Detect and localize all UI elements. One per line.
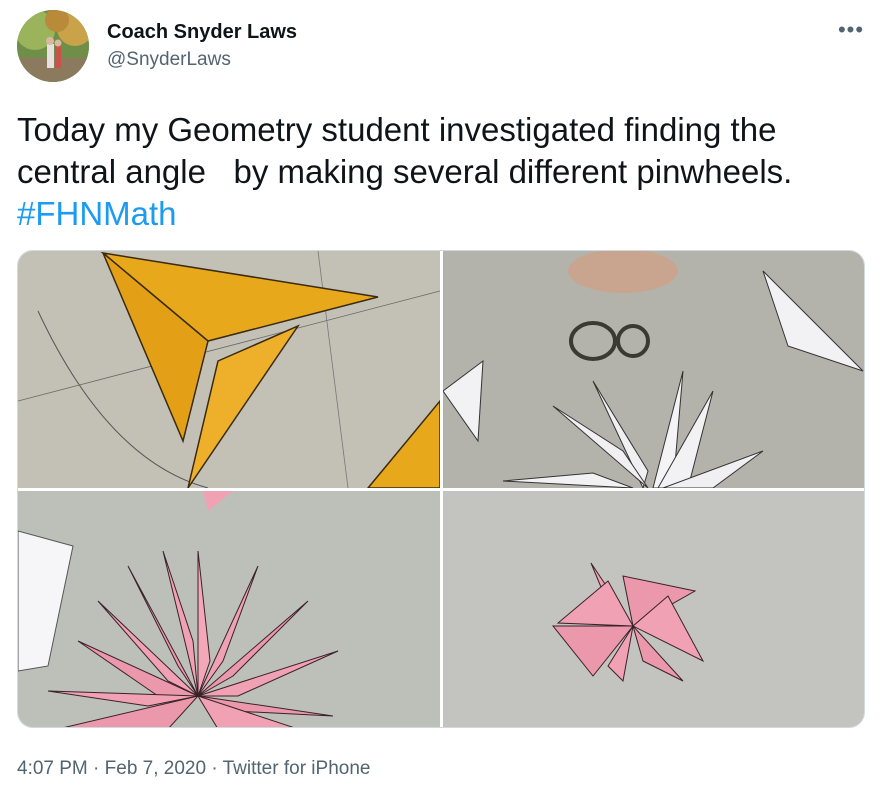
photo-2[interactable]: [443, 251, 864, 488]
tweet-source[interactable]: Twitter for iPhone: [223, 758, 371, 779]
pink-triangle-pinwheel-small: [443, 491, 864, 727]
ellipsis-icon: •••: [837, 17, 865, 42]
yellow-triangle-pinwheel: [18, 251, 440, 488]
tweet-text: Today my Geometry student investigated f…: [17, 109, 877, 235]
hashtag-link[interactable]: #FHNMath: [17, 193, 877, 235]
photo-4[interactable]: [443, 491, 864, 727]
media-grid: [17, 250, 865, 728]
tweet-date[interactable]: Feb 7, 2020: [105, 758, 206, 779]
avatar[interactable]: [17, 10, 89, 82]
more-options-button[interactable]: •••: [836, 17, 866, 42]
meta-separator: ·: [87, 758, 105, 779]
user-info: Coach Snyder Laws @SnyderLaws: [107, 20, 297, 72]
handle[interactable]: @SnyderLaws: [107, 48, 297, 72]
pink-triangle-pinwheel-many: [18, 491, 440, 727]
meta-separator: ·: [206, 758, 223, 779]
tweet-text-line-2: central angle by making several differen…: [17, 153, 793, 190]
tweet-text-line-1: Today my Geometry student investigated f…: [17, 111, 777, 148]
tweet-time[interactable]: 4:07 PM: [17, 758, 88, 779]
profile-photo: [17, 10, 89, 82]
white-triangle-pinwheel: [443, 251, 864, 488]
tweet-metadata: 4:07 PM · Feb 7, 2020 · Twitter for iPho…: [17, 757, 370, 781]
photo-1[interactable]: [18, 251, 440, 488]
photo-3[interactable]: [18, 491, 440, 727]
display-name[interactable]: Coach Snyder Laws: [107, 20, 297, 44]
